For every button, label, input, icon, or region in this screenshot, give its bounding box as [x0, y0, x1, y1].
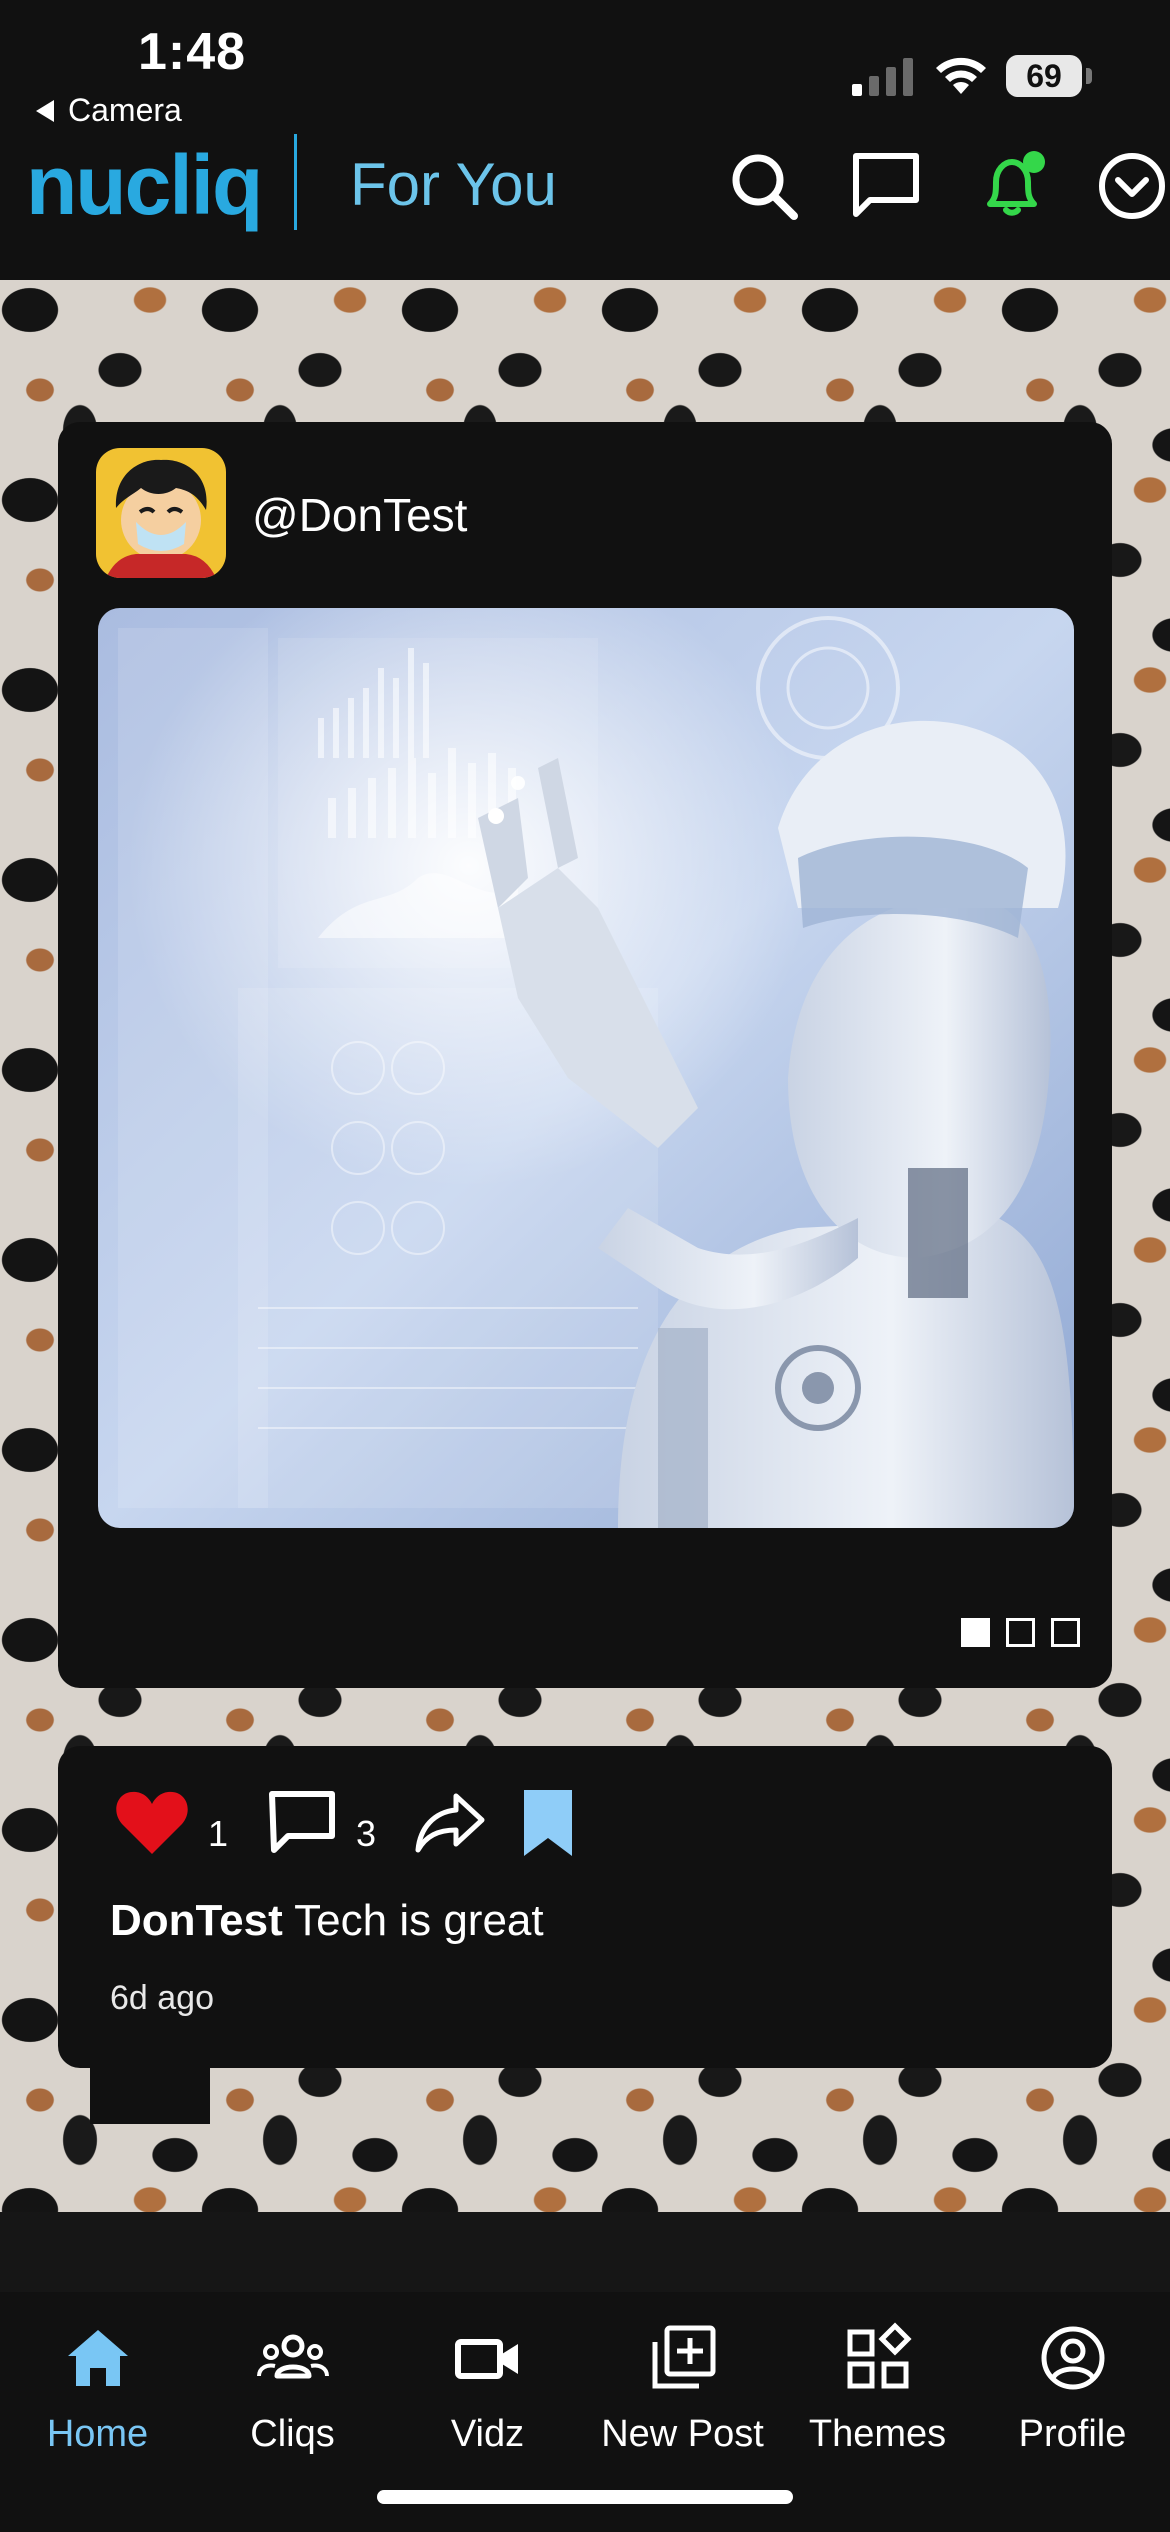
- tab-cliqs[interactable]: Cliqs: [195, 2292, 390, 2462]
- tab-label: Cliqs: [250, 2413, 335, 2455]
- post-timestamp: 6d ago: [110, 1979, 214, 2017]
- video-camera-icon: [454, 2339, 518, 2379]
- status-time: 1:48: [138, 23, 247, 81]
- search-icon[interactable]: [726, 148, 802, 224]
- battery-level: 69: [1006, 55, 1082, 97]
- pager-dot[interactable]: [1006, 1618, 1035, 1647]
- back-app-label: Camera: [68, 92, 182, 128]
- tab-label: New Post: [601, 2413, 764, 2455]
- wifi-icon: [936, 57, 986, 94]
- post-card[interactable]: @DonTest: [58, 422, 1112, 1688]
- back-arrow-icon: [36, 99, 54, 122]
- group-icon: [256, 2334, 329, 2379]
- header-divider: [294, 134, 297, 230]
- widgets-icon: [847, 2322, 912, 2389]
- image-pager[interactable]: [961, 1618, 1080, 1647]
- home-icon: [67, 2330, 128, 2386]
- back-to-app-button[interactable]: Camera: [36, 92, 182, 129]
- tab-label: Themes: [808, 2413, 947, 2455]
- post-actions-card: 1 3 DonTest Tech is great 6d ago: [58, 1746, 1112, 2068]
- like-count: 1: [208, 1813, 229, 1854]
- add-box-icon: [652, 2325, 715, 2389]
- post-username[interactable]: @DonTest: [252, 488, 467, 542]
- comment-icon[interactable]: [266, 1788, 338, 1858]
- tab-label: Profile: [1018, 2413, 1127, 2455]
- account-circle-icon: [1041, 2326, 1104, 2390]
- cellular-signal-icon: [852, 58, 913, 96]
- post-image[interactable]: [98, 608, 1074, 1528]
- bell-icon[interactable]: [976, 148, 1052, 224]
- tab-label: Vidz: [450, 2413, 525, 2455]
- pager-dot[interactable]: [961, 1618, 990, 1647]
- caption-author[interactable]: DonTest: [110, 1896, 283, 1945]
- tab-new-post[interactable]: New Post: [585, 2292, 780, 2462]
- caption-text: Tech is great: [294, 1896, 544, 1945]
- share-icon[interactable]: [412, 1788, 488, 1858]
- home-indicator[interactable]: [377, 2490, 793, 2504]
- tab-home[interactable]: Home: [0, 2292, 195, 2462]
- tab-profile[interactable]: Profile: [975, 2292, 1170, 2462]
- chat-icon[interactable]: [848, 148, 924, 224]
- app-logo[interactable]: nucliq: [26, 130, 263, 240]
- status-bar: 1:48 Camera 69: [0, 0, 1170, 130]
- tab-vidz[interactable]: Vidz: [390, 2292, 585, 2462]
- comment-count: 3: [356, 1813, 377, 1854]
- tab-label: Home: [46, 2413, 149, 2455]
- post-caption: DonTest Tech is great: [110, 1894, 544, 1948]
- tab-themes[interactable]: Themes: [780, 2292, 975, 2462]
- pager-dot[interactable]: [1051, 1618, 1080, 1647]
- feed-selector-title[interactable]: For You: [350, 150, 557, 220]
- battery-indicator: 69: [1006, 55, 1092, 97]
- action-card-tail: [90, 2066, 210, 2124]
- heart-icon[interactable]: [114, 1788, 190, 1858]
- app-header: nucliq For You: [0, 130, 1170, 278]
- avatar[interactable]: [96, 448, 226, 578]
- feed-bottom-band: [0, 2212, 1170, 2292]
- bookmark-icon[interactable]: [520, 1788, 576, 1858]
- chevron-down-circle-icon[interactable]: [1094, 148, 1170, 224]
